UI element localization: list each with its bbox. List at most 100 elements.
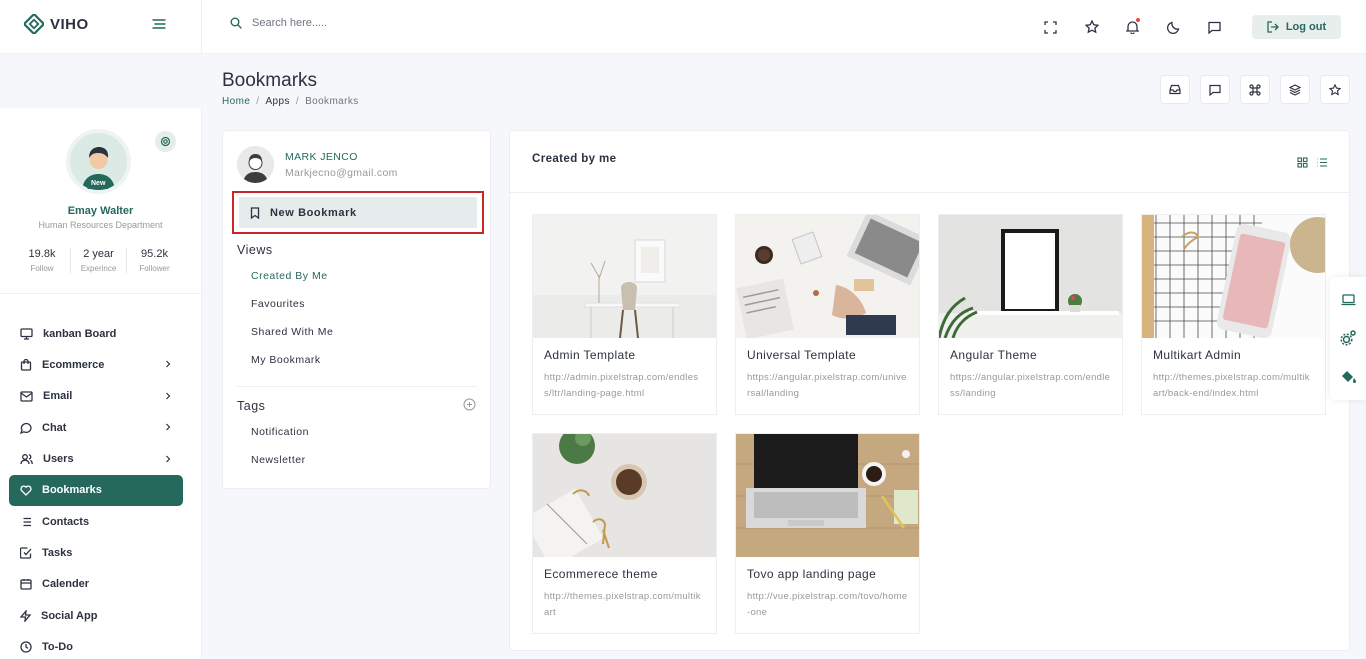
view-toggles bbox=[1297, 157, 1328, 168]
brand-logo[interactable]: VIHO bbox=[24, 14, 89, 34]
settings-gear-icon[interactable] bbox=[155, 131, 176, 152]
logout-button[interactable]: Log out bbox=[1252, 15, 1341, 39]
bookmark-thumbnail bbox=[533, 215, 716, 338]
user-info: MARK JENCO Markjecno@gmail.com bbox=[237, 146, 398, 183]
stat-label: Experince bbox=[80, 264, 117, 273]
zap-icon bbox=[20, 609, 31, 622]
bookmark-card[interactable]: Multikart Admin http://themes.pixelstrap… bbox=[1141, 214, 1326, 415]
new-bookmark-button[interactable]: New Bookmark bbox=[239, 197, 477, 228]
list-icon bbox=[21, 517, 31, 526]
star-icon[interactable] bbox=[1071, 12, 1112, 42]
shopping-bag-icon bbox=[20, 359, 32, 371]
view-favourites[interactable]: Favourites bbox=[251, 298, 305, 310]
message-button[interactable] bbox=[1200, 75, 1230, 104]
bookmark-card[interactable]: Universal Template https://angular.pixel… bbox=[735, 214, 920, 415]
brand-name: VIHO bbox=[50, 15, 89, 33]
view-shared-with-me[interactable]: Shared With Me bbox=[251, 326, 333, 338]
breadcrumb-separator: / bbox=[256, 96, 260, 107]
search-icon bbox=[230, 17, 242, 29]
logout-icon bbox=[1267, 21, 1279, 33]
calendar-icon bbox=[20, 579, 32, 591]
sidebar-item-label: Social App bbox=[41, 609, 98, 622]
bookmark-thumbnail bbox=[533, 434, 716, 557]
sidebar-item-ecommerce[interactable]: Ecommerce bbox=[0, 349, 201, 380]
bookmark-title: Universal Template bbox=[747, 348, 857, 362]
bookmark-thumbnail bbox=[736, 434, 919, 557]
new-bookmark-label: New Bookmark bbox=[270, 206, 357, 219]
divider bbox=[237, 386, 477, 387]
menu-toggle-icon[interactable] bbox=[152, 17, 166, 35]
grid-view-icon[interactable] bbox=[1297, 157, 1308, 168]
sidebar-item-kanban-board[interactable]: kanban Board bbox=[0, 318, 201, 349]
moon-icon[interactable] bbox=[1153, 12, 1194, 42]
sidebar-item-chat[interactable]: Chat bbox=[0, 412, 201, 443]
bell-icon[interactable] bbox=[1112, 12, 1153, 42]
bookmarks-card-header: Created by me bbox=[510, 131, 1349, 193]
sidebar-item-to-do[interactable]: To-Do bbox=[0, 632, 201, 659]
tag-newsletter[interactable]: Newsletter bbox=[251, 454, 306, 466]
fullscreen-icon[interactable] bbox=[1030, 12, 1071, 42]
sidebar-item-label: kanban Board bbox=[43, 327, 117, 340]
color-fill-icon[interactable] bbox=[1340, 369, 1357, 383]
bookmark-url: http://themes.pixelstrap.com/multikart/b… bbox=[1153, 372, 1310, 399]
tag-notification[interactable]: Notification bbox=[251, 426, 309, 438]
check-square-icon bbox=[20, 547, 32, 559]
sidebar-item-calender[interactable]: Calender bbox=[0, 569, 201, 600]
profile-stats: 19.8k Follow 2 year Experince 95.2k Followe… bbox=[14, 248, 182, 273]
bookmark-nav-card: MARK JENCO Markjecno@gmail.com New Bookm… bbox=[222, 130, 491, 489]
layers-icon bbox=[1289, 83, 1301, 96]
star-button[interactable] bbox=[1320, 75, 1350, 104]
view-my-bookmark[interactable]: My Bookmark bbox=[251, 354, 321, 366]
sidebar-item-contacts[interactable]: Contacts bbox=[0, 506, 201, 537]
sidebar-item-label: Calender bbox=[42, 578, 90, 591]
settings-gears-icon[interactable] bbox=[1339, 329, 1357, 346]
message-icon[interactable] bbox=[1194, 12, 1235, 42]
bookmark-thumbnail bbox=[939, 215, 1122, 338]
sidebar-item-users[interactable]: Users bbox=[0, 444, 201, 475]
breadcrumb-home[interactable]: Home bbox=[222, 96, 250, 107]
new-badge: New bbox=[87, 178, 110, 189]
sidebar-item-tasks[interactable]: Tasks bbox=[0, 537, 201, 568]
view-created-by-me[interactable]: Created By Me bbox=[251, 270, 328, 282]
breadcrumb: Home / Apps / Bookmarks bbox=[222, 96, 359, 107]
sidebar-item-label: Ecommerce bbox=[42, 359, 105, 372]
bookmark-url: http://vue.pixelstrap.com/tovo/home-one bbox=[747, 591, 908, 618]
sidebar: New Emay Walter Human Resources Departme… bbox=[0, 108, 202, 659]
add-tag-icon[interactable] bbox=[463, 398, 476, 411]
chevron-right-icon bbox=[166, 455, 171, 462]
inbox-button[interactable] bbox=[1160, 75, 1190, 104]
sidebar-item-email[interactable]: Email bbox=[0, 381, 201, 412]
stat-value: 19.8k bbox=[28, 248, 56, 260]
page-tools bbox=[1160, 75, 1350, 104]
sidebar-item-label: Contacts bbox=[42, 515, 90, 528]
breadcrumb-apps[interactable]: Apps bbox=[265, 96, 289, 107]
bookmarks-section-title: Created by me bbox=[532, 153, 617, 165]
bookmark-card[interactable]: Tovo app landing page http://vue.pixelst… bbox=[735, 433, 920, 634]
chevron-right-icon bbox=[166, 392, 171, 400]
sidebar-item-label: Chat bbox=[42, 421, 67, 434]
inbox-icon bbox=[1169, 84, 1181, 95]
command-icon bbox=[1249, 83, 1261, 96]
laptop-icon[interactable] bbox=[1341, 294, 1356, 306]
sidebar-item-bookmarks[interactable]: Bookmarks bbox=[9, 474, 183, 506]
page-title: Bookmarks bbox=[222, 70, 318, 91]
sidebar-item-label: Users bbox=[43, 453, 74, 466]
command-button[interactable] bbox=[1240, 75, 1270, 104]
bookmark-thumbnail bbox=[736, 215, 919, 338]
sidebar-item-social-app[interactable]: Social App bbox=[0, 600, 201, 631]
profile-name[interactable]: Emay Walter bbox=[0, 205, 201, 217]
top-header: VIHO Log out bbox=[0, 0, 1366, 54]
bookmark-card[interactable]: Admin Template http://admin.pixelstrap.c… bbox=[532, 214, 717, 415]
bookmark-card[interactable]: Angular Theme https://angular.pixelstrap… bbox=[938, 214, 1123, 415]
user-avatar bbox=[237, 146, 274, 183]
profile-department: Human Resources Department bbox=[38, 220, 163, 230]
bookmark-url: https://angular.pixelstrap.com/endless/l… bbox=[950, 372, 1111, 399]
search-input[interactable] bbox=[252, 17, 452, 29]
users-icon bbox=[20, 454, 33, 465]
user-name: MARK JENCO bbox=[285, 150, 358, 163]
bookmark-card[interactable]: Ecommerece theme http://themes.pixelstra… bbox=[532, 433, 717, 634]
bookmarks-card: Created by me Admin Template http://admi… bbox=[509, 130, 1350, 651]
list-view-icon[interactable] bbox=[1316, 157, 1328, 168]
layers-button[interactable] bbox=[1280, 75, 1310, 104]
customizer-tab bbox=[1330, 277, 1366, 400]
